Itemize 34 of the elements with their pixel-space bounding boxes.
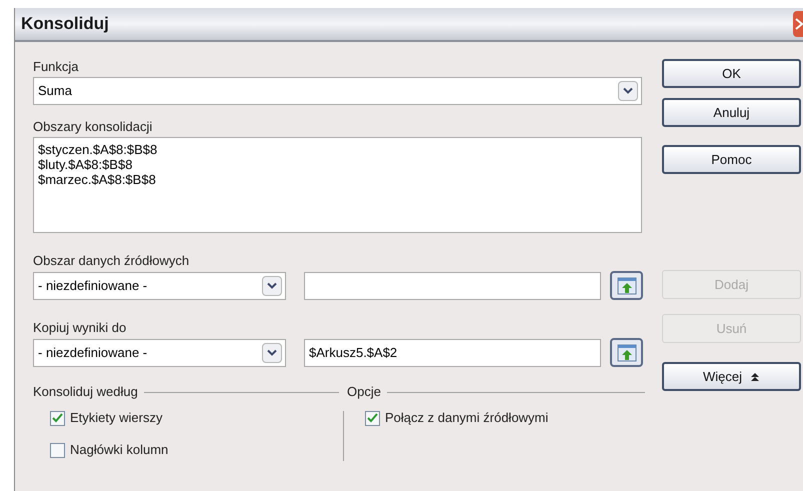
checkbox[interactable] bbox=[365, 410, 380, 426]
field-label: Funkcja bbox=[33, 58, 80, 76]
dropdown-value: - niezdefiniowane - bbox=[38, 344, 148, 362]
group-label: Konsoliduj według bbox=[33, 383, 138, 402]
close-button[interactable] bbox=[793, 11, 803, 37]
group-label: Opcje bbox=[347, 383, 381, 402]
field-label: Obszary konsolidacji bbox=[33, 118, 154, 136]
input-field[interactable]: $Arkusz5.$A$2 bbox=[304, 338, 601, 366]
dropdown[interactable]: - niezdefiniowane - bbox=[33, 338, 286, 366]
dropdown-value: - niezdefiniowane - bbox=[38, 276, 148, 295]
dialog-button[interactable]: Anuluj bbox=[662, 98, 801, 127]
input-field[interactable] bbox=[304, 272, 601, 300]
close-icon bbox=[795, 17, 803, 31]
checkbox[interactable] bbox=[50, 442, 65, 458]
ranges-list[interactable]: $styczen.$A$8:$B$8 $luty.$A$8:$B$8 $marzec.$A$8:$B$8 bbox=[33, 137, 642, 233]
field-label: Kopiuj wyniki do bbox=[33, 319, 128, 337]
checkbox[interactable] bbox=[50, 410, 65, 426]
dialog-button[interactable]: Więcej bbox=[662, 362, 801, 391]
dropdown[interactable]: Suma bbox=[33, 77, 642, 105]
range-entry[interactable]: $luty.$A$8:$B$8 bbox=[38, 157, 637, 172]
dialog-button[interactable]: OK bbox=[662, 59, 801, 88]
range-entry[interactable]: $styczen.$A$8:$B$8 bbox=[38, 142, 637, 157]
dropdown[interactable]: - niezdefiniowane - bbox=[33, 272, 286, 300]
dialog-button[interactable]: Pomoc bbox=[662, 145, 801, 174]
window-title: Konsoliduj bbox=[20, 13, 109, 36]
checkbox-label[interactable]: Etykiety wierszy bbox=[70, 408, 162, 428]
range-entry[interactable]: $marzec.$A$8:$B$8 bbox=[38, 172, 637, 187]
checkbox-label[interactable]: Nagłówki kolumn bbox=[70, 440, 168, 460]
shrink-button[interactable] bbox=[610, 338, 643, 367]
shrink-button[interactable] bbox=[610, 271, 643, 300]
checkbox-label[interactable]: Połącz z danymi źródłowymi bbox=[385, 408, 548, 428]
dropdown-value: Suma bbox=[38, 82, 72, 100]
collapse-icon bbox=[750, 372, 760, 382]
field-label: Obszar danych źródłowych bbox=[33, 252, 190, 270]
